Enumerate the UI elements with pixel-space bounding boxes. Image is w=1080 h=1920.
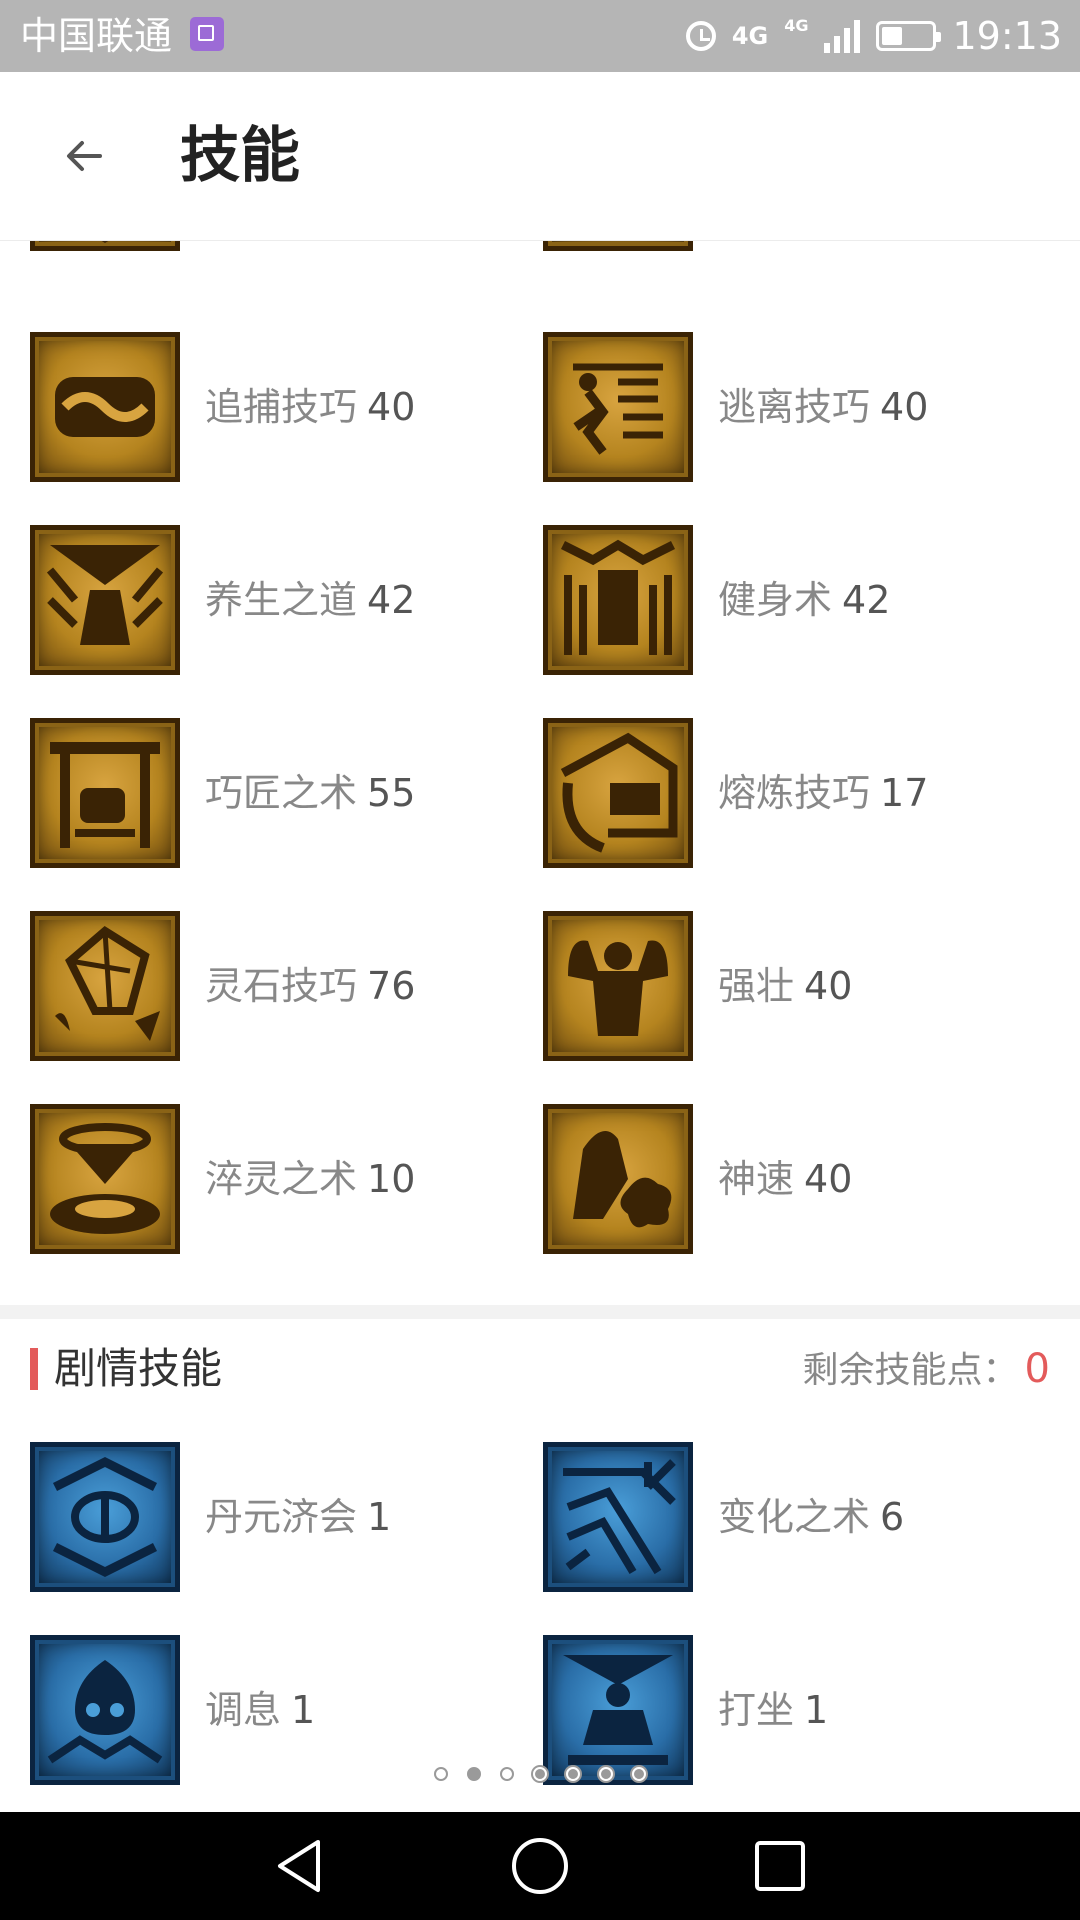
page-dot[interactable] — [599, 1767, 613, 1781]
skill-item[interactable]: 逃离技巧 40 — [543, 332, 963, 482]
page-dot-active[interactable] — [467, 1767, 481, 1781]
skill-level: 40 — [804, 1157, 853, 1201]
skill-name: 强壮 — [718, 964, 795, 1008]
clock: 19:13 — [952, 14, 1062, 58]
partial-skill-icon — [30, 241, 180, 251]
speed-icon — [543, 1104, 693, 1254]
spirit-stone-icon — [30, 911, 180, 1061]
page-dot[interactable] — [566, 1767, 580, 1781]
skill-name: 神速 — [718, 1157, 795, 1201]
skill-name: 丹元济会 — [205, 1495, 358, 1539]
back-button[interactable] — [54, 126, 114, 186]
skill-name: 健身术 — [718, 578, 833, 622]
skill-item[interactable]: 熔炼技巧 17 — [543, 718, 963, 868]
skill-item[interactable]: 淬灵之术 10 — [30, 1104, 450, 1254]
page-dot[interactable] — [434, 1767, 448, 1781]
skill-item[interactable]: 神速 40 — [543, 1104, 963, 1254]
signal-icon — [824, 19, 861, 53]
escape-icon — [543, 332, 693, 482]
page-dot[interactable] — [632, 1767, 646, 1781]
alarm-icon — [685, 21, 716, 51]
skill-name: 逃离技巧 — [718, 385, 871, 429]
skill-item[interactable]: 追捕技巧 40 — [30, 332, 450, 482]
remaining-points: 剩余技能点： 0 — [803, 1341, 1050, 1399]
skill-level: 6 — [880, 1495, 905, 1539]
skill-name: 打坐 — [718, 1688, 795, 1732]
network-type-b: 4G — [784, 16, 809, 35]
skill-item-partial[interactable] — [30, 241, 450, 251]
strong-icon — [543, 911, 693, 1061]
skill-level: 40 — [804, 964, 853, 1008]
back-arrow-icon — [67, 141, 102, 171]
elixir-icon — [30, 1442, 180, 1592]
skill-name: 灵石技巧 — [205, 964, 358, 1008]
skill-name: 变化之术 — [718, 1495, 871, 1539]
skill-item-partial[interactable] — [543, 241, 963, 251]
skill-level: 76 — [367, 964, 416, 1008]
page-indicator[interactable] — [0, 1762, 1080, 1786]
skill-name: 熔炼技巧 — [718, 771, 871, 815]
skill-level: 42 — [367, 578, 416, 622]
skill-level: 17 — [880, 771, 929, 815]
network-type-a: 4G — [731, 22, 769, 50]
skill-item[interactable]: 丹元济会 1 — [30, 1442, 450, 1592]
page-dot[interactable] — [533, 1767, 547, 1781]
story-skills-header: 剧情技能 剩余技能点： 0 — [0, 1319, 1080, 1419]
health-icon — [30, 525, 180, 675]
carrier-name: 中国联通 — [20, 14, 173, 58]
skill-level: 10 — [367, 1157, 416, 1201]
page-title: 技能 — [180, 121, 300, 191]
remaining-points-value: 0 — [1024, 1346, 1050, 1392]
skill-item[interactable]: 强壮 40 — [543, 911, 963, 1061]
partial-skill-icon — [543, 241, 693, 251]
skill-level: 1 — [291, 1688, 316, 1732]
gallery-notification-icon — [190, 17, 224, 51]
craftsman-icon — [30, 718, 180, 868]
remaining-points-label: 剩余技能点： — [802, 1350, 1019, 1391]
status-bar: 中国联通 4G 4G 19:13 — [0, 0, 1080, 72]
skill-item[interactable]: 巧匠之术 55 — [30, 718, 450, 868]
section-divider — [0, 1305, 1080, 1319]
skill-name: 巧匠之术 — [205, 771, 358, 815]
nav-home-icon[interactable] — [510, 1836, 570, 1896]
skill-name: 淬灵之术 — [205, 1157, 358, 1201]
skill-item[interactable]: 养生之道 42 — [30, 525, 450, 675]
skill-level: 40 — [880, 385, 929, 429]
skill-item[interactable]: 变化之术 6 — [543, 1442, 963, 1592]
skill-level: 1 — [367, 1495, 392, 1539]
nav-back-icon[interactable] — [270, 1836, 330, 1896]
app-bar: 技能 — [0, 72, 1080, 241]
smelting-icon — [543, 718, 693, 868]
skill-level: 40 — [367, 385, 416, 429]
skill-name: 追捕技巧 — [205, 385, 358, 429]
chase-icon — [30, 332, 180, 482]
nav-recents-icon[interactable] — [750, 1836, 810, 1896]
page-dot[interactable] — [500, 1767, 514, 1781]
skill-name: 调息 — [205, 1688, 282, 1732]
transform-icon — [543, 1442, 693, 1592]
system-nav-bar — [0, 1812, 1080, 1920]
skills-scroll-area[interactable]: 追捕技巧 40 逃离技巧 40 养生之道 42 健身术 42 巧匠之术 55 熔炼技巧 17 — [0, 241, 1080, 1811]
section-accent-bar — [30, 1348, 38, 1390]
skill-level: 1 — [804, 1688, 829, 1732]
skill-item[interactable]: 健身术 42 — [543, 525, 963, 675]
skill-level: 42 — [842, 578, 891, 622]
section-title: 剧情技能 — [54, 1344, 223, 1393]
skill-name: 养生之道 — [205, 578, 358, 622]
battery-icon — [876, 21, 942, 51]
skill-item[interactable]: 灵石技巧 76 — [30, 911, 450, 1061]
quench-icon — [30, 1104, 180, 1254]
skill-level: 55 — [367, 771, 416, 815]
fitness-icon — [543, 525, 693, 675]
